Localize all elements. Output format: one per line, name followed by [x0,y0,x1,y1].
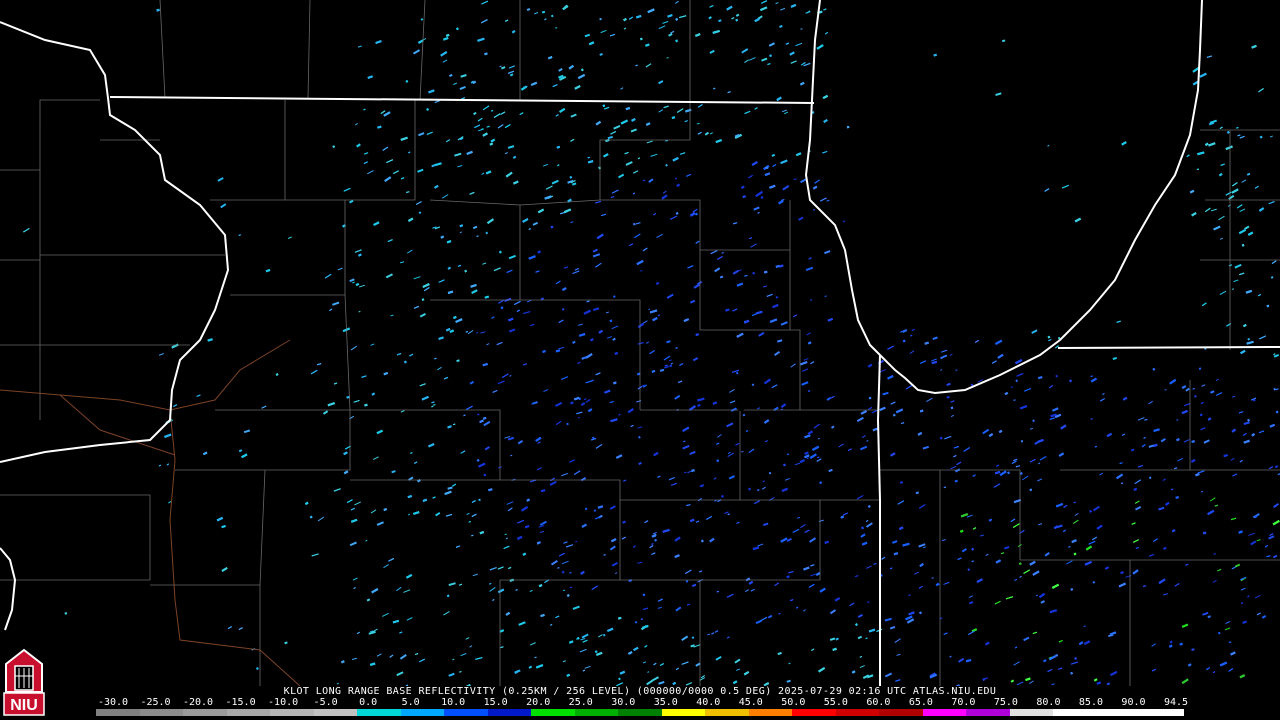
scale-label: 94.5 [1163,697,1189,708]
color-bar-segment [444,709,488,716]
scale-label: -20.0 [182,697,214,708]
product-caption: KLOT LONG RANGE BASE REFLECTIVITY (0.25K… [283,686,997,697]
color-bar-segment [1009,709,1054,716]
color-bar-segment [661,709,706,716]
reflectivity-color-bar [96,709,1184,716]
scale-label: 5.0 [401,697,420,708]
color-bar-segment [313,709,358,716]
color-bar-segment [183,709,227,716]
scale-label: -15.0 [225,697,256,708]
scale-label: 70.0 [951,697,976,708]
color-bar-segment [922,709,967,716]
radar-map [0,0,1280,686]
scale-label: 40.0 [696,697,721,708]
color-bar-segment [139,709,184,716]
color-bar-segment [792,709,836,716]
color-bar-segment [1096,709,1141,716]
reflectivity-scale-labels: -30.0 -25.0 -20.0 -15.0 -10.0 -5.0 0.0 5.0 10.0 1… [0,697,1280,708]
color-bar-segment [400,709,445,716]
scale-label: 25.0 [568,697,593,708]
niu-logo: NIU [3,648,45,716]
color-bar-segment [879,709,923,716]
color-bar-segment [1140,709,1184,716]
scale-label: 65.0 [908,697,933,708]
scale-label: -5.0 [313,697,338,708]
logo-text: NIU [10,697,38,714]
scale-label: 75.0 [993,697,1018,708]
scale-label: -10.0 [268,697,299,708]
scale-label: 0.0 [359,697,378,708]
color-bar-segment [705,709,749,716]
color-bar-segment [574,709,619,716]
color-bar-segment [531,709,575,716]
color-bar-segment [748,709,793,716]
color-bar-segment [966,709,1010,716]
scale-label: 85.0 [1078,697,1103,708]
scale-label: 55.0 [823,697,848,708]
radar-site-cone-of-silence [735,393,747,411]
scale-label: 15.0 [483,697,508,708]
scale-label: -25.0 [140,697,171,708]
color-bar-segment [357,709,401,716]
color-bar-segment [270,709,314,716]
color-bar-segment [618,709,662,716]
scale-label: -30.0 [97,697,129,708]
scale-label: 10.0 [441,697,466,708]
scale-label: 60.0 [866,697,891,708]
scale-label: 45.0 [738,697,763,708]
scale-label: 30.0 [611,697,636,708]
scale-label: 20.0 [526,697,551,708]
color-bar-segment [96,709,140,716]
scale-label: 35.0 [653,697,678,708]
color-bar-segment [226,709,271,716]
scale-label: 50.0 [781,697,806,708]
color-bar-segment [835,709,880,716]
color-bar-segment [487,709,532,716]
color-bar-segment [1053,709,1097,716]
scale-label: 90.0 [1121,697,1146,708]
scale-label: 80.0 [1036,697,1061,708]
